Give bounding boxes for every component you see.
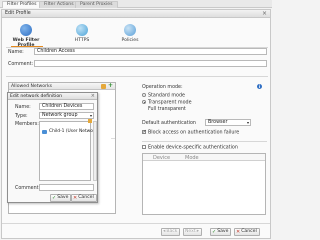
nav-policies[interactable]: Policies bbox=[115, 24, 145, 43]
active-step-underline bbox=[11, 46, 43, 47]
comment-label: Comment: bbox=[8, 62, 34, 67]
operation-mode-label: Operation mode: bbox=[142, 85, 183, 90]
profile-name-field[interactable]: Children Access bbox=[34, 48, 267, 55]
chevron-down-icon: ▾ bbox=[89, 113, 92, 118]
network-name-field[interactable]: Children Devices bbox=[39, 103, 94, 110]
network-type-select[interactable]: Network group ▾ bbox=[39, 112, 94, 119]
radio-transparent-circle bbox=[142, 100, 146, 104]
block-auth-label: Block access on authentication failure bbox=[148, 130, 240, 136]
popup-save-label: Save bbox=[57, 195, 69, 200]
auth-chevron-down-icon: ▾ bbox=[246, 120, 249, 125]
edit-profile-dialog: Edit Profile × Web Filter Profile HTTPS … bbox=[1, 9, 271, 239]
dialog-title: Edit Profile bbox=[5, 11, 31, 16]
radio-transparent-label: Transparent mode bbox=[148, 100, 192, 106]
back-button[interactable]: ◂ Back bbox=[161, 228, 181, 236]
cancel-x-icon: ✕ bbox=[73, 195, 78, 201]
add-icon[interactable]: + bbox=[108, 83, 113, 89]
popup-title: Edit network definition bbox=[10, 94, 63, 99]
popup-comment-field[interactable] bbox=[39, 184, 94, 191]
cancel-label: Cancel bbox=[241, 229, 257, 234]
save-check-icon: ✓ bbox=[212, 229, 217, 235]
block-auth-failure-checkbox[interactable]: Block access on authentication failure bbox=[142, 129, 240, 136]
popup-type-label: Type: bbox=[15, 114, 28, 119]
radio-transparent-mode[interactable]: Transparent mode bbox=[142, 100, 192, 106]
footer-divider bbox=[2, 223, 270, 224]
device-auth-label: Enable device-specific authentication bbox=[148, 145, 238, 151]
members-folder-icon[interactable] bbox=[88, 119, 92, 123]
cancel-icon: ✕ bbox=[236, 229, 241, 235]
default-auth-value: Browser bbox=[208, 120, 228, 125]
radio-standard-circle bbox=[142, 93, 146, 97]
column-device: Device bbox=[153, 155, 171, 161]
web-filter-icon bbox=[20, 24, 32, 36]
device-table-header: Device Mode bbox=[143, 154, 265, 161]
back-label: Back bbox=[166, 229, 178, 234]
next-arrow-icon: ▸ bbox=[196, 229, 200, 234]
members-scrollbar[interactable] bbox=[93, 121, 97, 181]
default-auth-label: Default authentication bbox=[142, 121, 196, 126]
save-label: Save bbox=[217, 229, 229, 234]
help-icon[interactable]: i bbox=[257, 84, 262, 89]
popup-close-icon[interactable]: × bbox=[91, 93, 95, 100]
nav-label-policies: Policies bbox=[121, 38, 139, 43]
https-icon bbox=[76, 24, 88, 36]
popup-cancel-label: Cancel bbox=[78, 195, 94, 200]
radio-full-transparent-label: Full transparent bbox=[148, 107, 186, 112]
popup-cancel-button[interactable]: ✕ Cancel bbox=[71, 194, 97, 202]
edit-network-popup: Edit network definition × Name: Children… bbox=[7, 92, 98, 203]
profile-comment-field[interactable] bbox=[34, 60, 267, 67]
tab-filter-actions[interactable]: Filter Actions bbox=[39, 1, 79, 8]
member-item[interactable]: Child-1 (User Netwo bbox=[49, 129, 93, 134]
default-auth-select[interactable]: Browser ▾ bbox=[205, 119, 251, 126]
radio-standard-label: Standard mode bbox=[148, 93, 185, 99]
tab-parent-proxies[interactable]: Parent Proxies bbox=[75, 1, 118, 8]
nav-web-filter-profile[interactable]: Web Filter Profile bbox=[11, 24, 41, 48]
popup-comment-label: Comment: bbox=[15, 186, 41, 191]
popup-members-label: Members: bbox=[15, 122, 39, 127]
popup-header: Edit network definition × bbox=[8, 93, 97, 100]
nav-https[interactable]: HTTPS bbox=[67, 24, 97, 43]
back-arrow-icon: ◂ bbox=[163, 229, 166, 234]
section-divider bbox=[6, 76, 268, 77]
network-type-value: Network group bbox=[42, 113, 78, 118]
folder-icon[interactable] bbox=[101, 84, 106, 89]
device-auth-checkbox[interactable]: Enable device-specific authentication bbox=[142, 145, 238, 151]
popup-name-label: Name: bbox=[15, 105, 31, 110]
radio-full-transparent[interactable]: Full transparent bbox=[148, 107, 186, 112]
members-list[interactable]: Child-1 (User Netwo bbox=[39, 121, 93, 181]
allowed-networks-header: Allowed Networks + bbox=[9, 83, 115, 90]
popup-save-button[interactable]: ✓ Save bbox=[50, 194, 72, 202]
policies-icon bbox=[124, 24, 136, 36]
save-button[interactable]: ✓ Save bbox=[210, 228, 232, 236]
close-icon[interactable]: × bbox=[262, 10, 267, 18]
auth-divider bbox=[142, 141, 267, 142]
column-mode: Mode bbox=[185, 155, 199, 161]
device-auth-checkbox-box bbox=[142, 145, 146, 149]
radio-standard-mode[interactable]: Standard mode bbox=[142, 93, 185, 99]
cancel-button[interactable]: ✕ Cancel bbox=[234, 228, 260, 236]
name-label: Name: bbox=[8, 50, 24, 55]
nav-label-https: HTTPS bbox=[74, 38, 90, 43]
next-button[interactable]: Next ▸ bbox=[183, 228, 203, 236]
top-tab-strip: Filter Profiles Filter Actions Parent Pr… bbox=[0, 0, 272, 8]
tab-filter-profiles[interactable]: Filter Profiles bbox=[2, 1, 42, 8]
allowed-networks-title: Allowed Networks bbox=[11, 84, 53, 89]
network-group-icon bbox=[42, 130, 47, 134]
device-auth-table: Device Mode bbox=[142, 153, 266, 215]
next-label: Next bbox=[185, 229, 196, 234]
block-auth-checkbox-box bbox=[142, 129, 147, 135]
checkmark-icon: ✓ bbox=[52, 195, 57, 201]
dialog-titlebar: Edit Profile × bbox=[2, 10, 270, 18]
